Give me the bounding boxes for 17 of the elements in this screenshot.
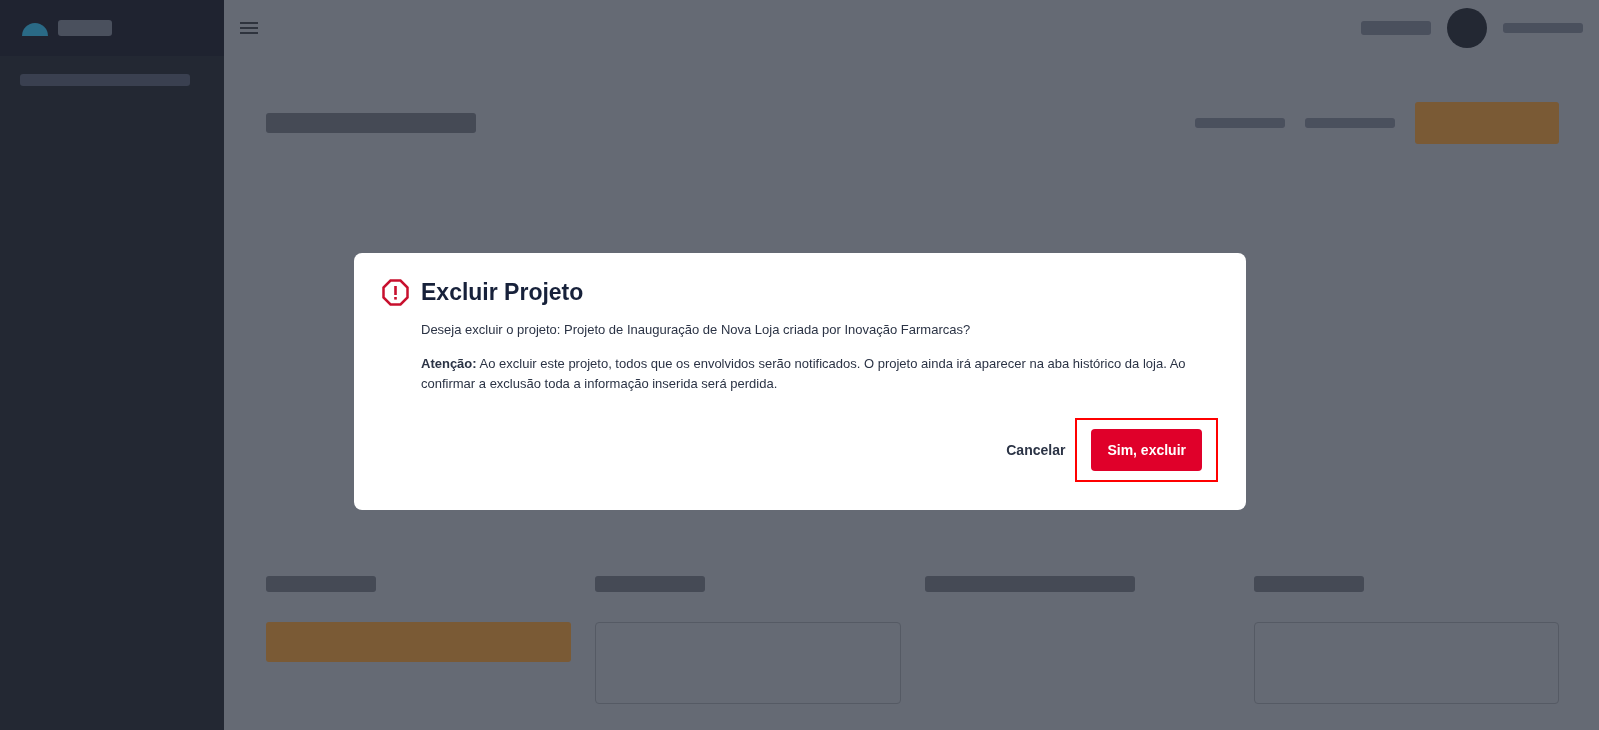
cancel-button[interactable]: Cancelar	[1002, 434, 1070, 466]
user-name[interactable]	[1503, 23, 1583, 33]
user-avatar[interactable]	[1447, 8, 1487, 48]
new-project-button[interactable]	[1415, 102, 1559, 144]
dialog-question: Deseja excluir o projeto: Projeto de Inauguração de Nova Loja criada por Inovação Farmarcas?	[421, 321, 972, 339]
add-card-button[interactable]	[266, 622, 572, 662]
logo-wordmark	[58, 20, 112, 36]
confirm-delete-button[interactable]: Sim, excluir	[1091, 429, 1202, 471]
store-selector[interactable]	[1361, 21, 1431, 35]
menu-icon[interactable]	[240, 21, 258, 35]
header-link[interactable]	[1195, 118, 1285, 128]
header-link[interactable]	[1305, 118, 1395, 128]
logo-icon	[20, 20, 50, 36]
dialog-title: Excluir Projeto	[421, 279, 584, 306]
sidebar-item[interactable]	[20, 74, 190, 86]
dialog-warning: Atenção: Ao excluir este projeto, todos que os envolvidos serão notificados. O projeto ainda irá aparecer na aba histórico da loja. Ao confirmar a exclusão toda a informação inserida será perdida.	[421, 355, 1187, 393]
warning-icon	[382, 279, 409, 306]
